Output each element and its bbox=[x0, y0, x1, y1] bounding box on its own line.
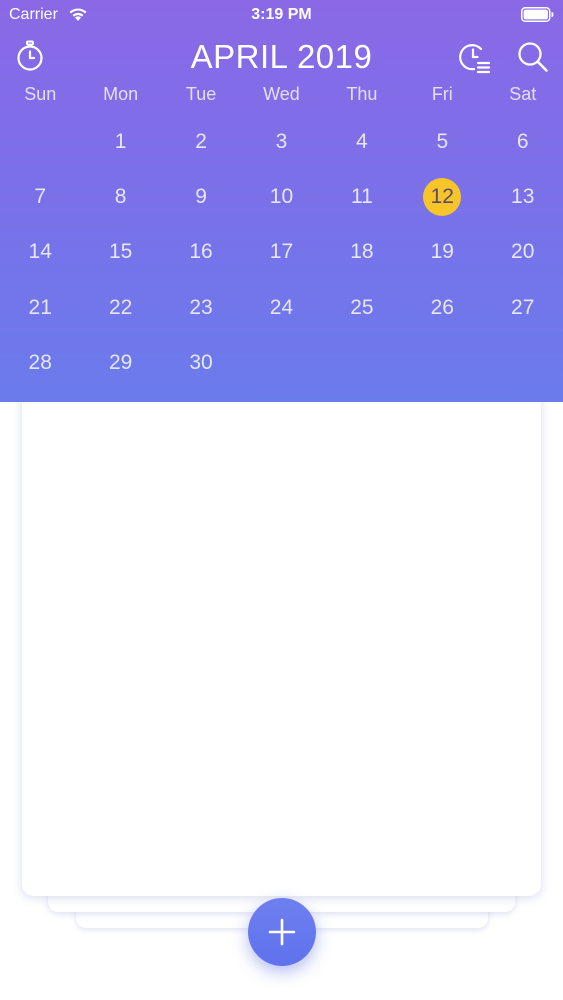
day-cell[interactable]: 18 bbox=[322, 225, 402, 280]
day-number: 5 bbox=[436, 129, 449, 153]
day-cell[interactable]: 17 bbox=[241, 225, 321, 280]
weekday-label: Fri bbox=[431, 84, 453, 104]
day-cell[interactable]: 16 bbox=[161, 225, 241, 280]
day-cell[interactable]: 25 bbox=[322, 280, 402, 335]
day-cell[interactable]: 15 bbox=[80, 225, 160, 280]
day-cell[interactable]: 23 bbox=[161, 280, 241, 335]
day-grid: 1 2 3 4 5 6 7 8 9 10 11 12 13 14 15 16 17 18 19 20 21 22 23 24 2… bbox=[0, 114, 563, 391]
day-number: 29 bbox=[108, 351, 133, 375]
day-cell[interactable]: 20 bbox=[483, 225, 563, 280]
day-number: 6 bbox=[516, 129, 529, 153]
day-cell[interactable]: 30 bbox=[161, 336, 241, 391]
day-cell[interactable]: 24 bbox=[241, 280, 321, 335]
day-number: 9 bbox=[195, 185, 207, 209]
battery-icon bbox=[521, 7, 554, 22]
day-cell[interactable]: 5 bbox=[402, 114, 482, 169]
day-blank bbox=[0, 114, 80, 169]
day-number: 30 bbox=[189, 351, 213, 375]
plus-icon bbox=[268, 918, 296, 946]
day-cell[interactable]: 7 bbox=[0, 169, 80, 224]
day-number: 12 bbox=[423, 178, 462, 217]
day-cell[interactable]: 3 bbox=[241, 114, 321, 169]
day-number: 19 bbox=[430, 240, 454, 264]
day-cell[interactable]: 8 bbox=[80, 169, 160, 224]
day-number: 26 bbox=[430, 295, 454, 319]
day-number: 3 bbox=[275, 129, 288, 153]
day-cell[interactable]: 28 bbox=[0, 336, 80, 391]
status-time: 3:19 PM bbox=[251, 6, 312, 23]
day-cell[interactable]: 6 bbox=[483, 114, 563, 169]
day-number: 7 bbox=[34, 185, 47, 209]
day-cell-selected[interactable]: 12 bbox=[402, 169, 482, 224]
day-number: 16 bbox=[189, 240, 213, 264]
day-cell[interactable]: 22 bbox=[80, 280, 160, 335]
day-cell[interactable]: 29 bbox=[80, 336, 160, 391]
add-event-button[interactable] bbox=[248, 898, 316, 966]
day-number: 15 bbox=[108, 240, 133, 264]
day-number: 11 bbox=[350, 185, 373, 209]
day-number: 13 bbox=[511, 185, 535, 209]
status-bar: Carrier 3:19 PM bbox=[0, 0, 563, 30]
day-cell[interactable]: 13 bbox=[483, 169, 563, 224]
day-number: 24 bbox=[269, 295, 294, 319]
day-cell[interactable]: 4 bbox=[322, 114, 402, 169]
weekday-label: Thu bbox=[346, 84, 378, 104]
day-number: 2 bbox=[195, 129, 207, 153]
day-number: 14 bbox=[28, 240, 52, 264]
weekday-label: Tue bbox=[185, 84, 217, 104]
weekday-label: Mon bbox=[103, 84, 139, 104]
day-cell[interactable]: 11 bbox=[322, 169, 402, 224]
day-number: 20 bbox=[511, 240, 535, 264]
search-icon[interactable] bbox=[516, 40, 549, 73]
day-cell[interactable]: 19 bbox=[402, 225, 482, 280]
day-events-card[interactable] bbox=[22, 380, 541, 896]
day-number: 8 bbox=[114, 185, 127, 209]
clock-list-icon[interactable] bbox=[457, 40, 491, 74]
day-cell[interactable]: 10 bbox=[241, 169, 321, 224]
weekday-label: Sun bbox=[24, 84, 57, 104]
day-number: 4 bbox=[356, 129, 368, 153]
weekday-label: Wed bbox=[263, 84, 300, 104]
weekday-row: Sun Mon Tue Wed Thu Fri Sat bbox=[0, 84, 563, 108]
day-number: 23 bbox=[189, 295, 213, 319]
day-number: 25 bbox=[350, 295, 374, 319]
day-cell[interactable]: 26 bbox=[402, 280, 482, 335]
day-number: 18 bbox=[350, 240, 374, 264]
day-number: 21 bbox=[28, 295, 52, 319]
day-number: 17 bbox=[269, 240, 294, 264]
day-cell[interactable]: 21 bbox=[0, 280, 80, 335]
weekday-label: Sat bbox=[509, 84, 537, 104]
day-number: 22 bbox=[108, 295, 133, 319]
day-cell[interactable]: 14 bbox=[0, 225, 80, 280]
day-number: 1 bbox=[114, 129, 127, 153]
day-cell[interactable]: 27 bbox=[483, 280, 563, 335]
day-cell[interactable]: 2 bbox=[161, 114, 241, 169]
day-cell[interactable]: 9 bbox=[161, 169, 241, 224]
day-number: 28 bbox=[28, 351, 52, 375]
day-cell[interactable]: 1 bbox=[80, 114, 160, 169]
calendar-screen: Carrier 3:19 PM APRIL 2019 Sun Mon Tue W… bbox=[0, 0, 563, 1000]
day-number: 27 bbox=[511, 295, 535, 319]
day-number: 10 bbox=[269, 185, 294, 209]
calendar-header: Carrier 3:19 PM APRIL 2019 Sun Mon Tue W… bbox=[0, 0, 563, 402]
